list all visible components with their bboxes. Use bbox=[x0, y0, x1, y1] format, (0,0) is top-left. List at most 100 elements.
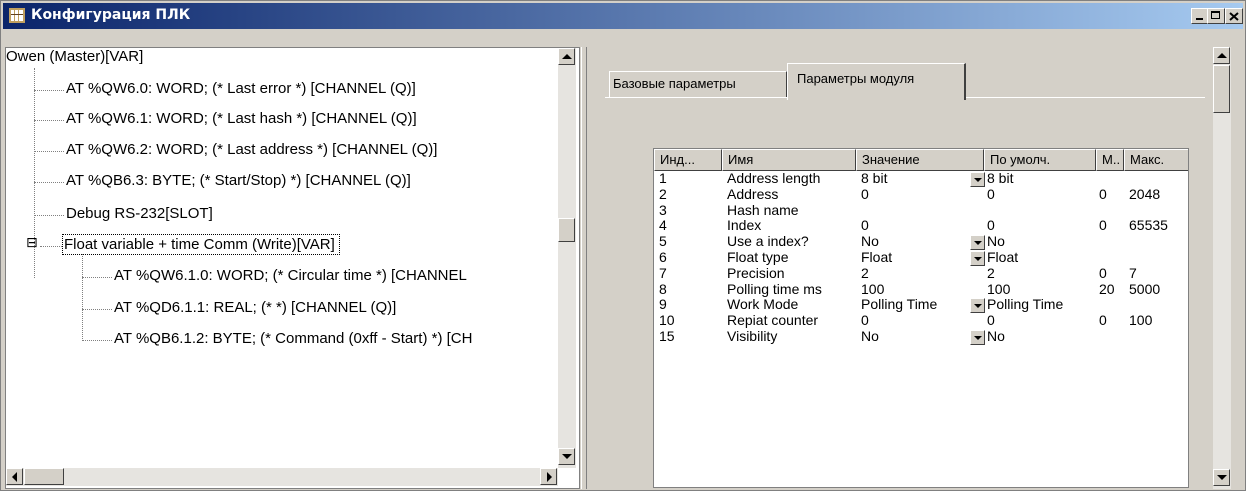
scroll-up-button[interactable] bbox=[558, 48, 575, 65]
panel-vertical-scrollbar[interactable] bbox=[1213, 47, 1231, 489]
cell-index: 10 bbox=[659, 312, 675, 329]
cell-value[interactable]: 8 bit bbox=[861, 170, 887, 186]
cell-value[interactable]: No bbox=[861, 328, 879, 344]
title-bar[interactable]: Конфигурация ПЛК bbox=[3, 3, 1243, 29]
cell-default: 100 bbox=[987, 280, 1011, 297]
table-row[interactable]: 9 Work Mode Polling Time Polling Time bbox=[654, 296, 1188, 314]
table-row[interactable]: 4 Index 0 0 0 65535 bbox=[654, 217, 1188, 234]
col-header-name[interactable]: Имя bbox=[722, 149, 856, 171]
table-row[interactable]: 2 Address 0 0 0 2048 bbox=[654, 185, 1188, 203]
tree-line bbox=[82, 277, 112, 278]
dropdown-arrow-icon[interactable] bbox=[970, 172, 985, 187]
cell-value[interactable]: 0 bbox=[861, 217, 869, 233]
cell-value[interactable]: 0 bbox=[861, 312, 869, 328]
table-row[interactable]: 6 Float type Float Float bbox=[654, 249, 1188, 266]
cell-max: 2048 bbox=[1129, 185, 1161, 202]
cell-value[interactable]: 100 bbox=[861, 281, 884, 297]
cell-default: 0 bbox=[987, 312, 995, 329]
tree-item[interactable]: AT %QB6.3: BYTE; (* Start/Stop) *) [CHAN… bbox=[66, 172, 411, 189]
table-row[interactable]: 15 Visibility No No bbox=[654, 328, 1188, 345]
cell-default: 0 bbox=[987, 217, 995, 234]
cell-value[interactable]: Float bbox=[861, 249, 892, 265]
tab-module-params-label: Параметры модуля bbox=[797, 71, 915, 86]
col-header-max[interactable]: Макс. bbox=[1124, 149, 1188, 171]
cell-index: 2 bbox=[659, 185, 667, 202]
window-title: Конфигурация ПЛК bbox=[31, 7, 191, 23]
cell-value[interactable]: 0 bbox=[861, 186, 869, 202]
tree-item[interactable]: Owen (Master)[VAR] bbox=[6, 48, 143, 65]
scroll-thumb[interactable] bbox=[1213, 65, 1230, 113]
cell-name: Visibility bbox=[727, 328, 778, 344]
params-table[interactable]: Инд... Имя Значение По умолч. М.. Макс. … bbox=[653, 148, 1189, 488]
tree-item[interactable]: AT %QW6.2: WORD; (* Last address *) [CHA… bbox=[66, 141, 437, 158]
table-row[interactable]: 8 Polling time ms 100 100 20 5000 bbox=[654, 280, 1188, 298]
cell-default: Float bbox=[987, 249, 1019, 265]
scroll-thumb[interactable] bbox=[558, 218, 575, 242]
scroll-left-button[interactable] bbox=[6, 468, 23, 485]
arrow-down-icon bbox=[1217, 475, 1227, 480]
tree-item[interactable]: AT %QW6.1: WORD; (* Last hash *) [CHANNE… bbox=[66, 110, 417, 127]
col-header-index[interactable]: Инд... bbox=[654, 149, 722, 171]
cell-name: Address length bbox=[727, 170, 821, 186]
col-header-value[interactable]: Значение bbox=[856, 149, 984, 171]
tree-line bbox=[40, 246, 62, 247]
tree-line bbox=[82, 340, 112, 341]
cell-default: 2 bbox=[987, 264, 995, 281]
cell-min: 0 bbox=[1099, 264, 1107, 281]
cell-value[interactable]: Polling Time bbox=[861, 296, 937, 312]
cell-name: Address bbox=[727, 185, 779, 202]
tree-horizontal-scrollbar[interactable] bbox=[6, 468, 558, 486]
cell-name: Polling time ms bbox=[727, 280, 822, 297]
table-row[interactable]: 10 Repiat counter 0 0 0 100 bbox=[654, 312, 1188, 329]
cell-name: Precision bbox=[727, 264, 785, 281]
tree-item[interactable]: AT %QW6.0: WORD; (* Last error *) [CHANN… bbox=[66, 80, 416, 97]
cell-name: Use a index? bbox=[727, 233, 809, 250]
config-tree: Owen (Master)[VAR] AT %QW6.0: WORD; (* L… bbox=[5, 47, 580, 489]
scroll-up-button[interactable] bbox=[1213, 47, 1230, 64]
cell-default: 0 bbox=[987, 185, 995, 202]
tree-expander[interactable]: ⊟ bbox=[26, 236, 38, 250]
scroll-down-button[interactable] bbox=[1213, 469, 1230, 486]
tree-vertical-scrollbar[interactable] bbox=[558, 48, 576, 468]
cell-index: 9 bbox=[659, 296, 667, 313]
arrow-right-icon bbox=[547, 472, 552, 482]
tree-item-selected[interactable]: Float variable + time Comm (Write)[VAR] bbox=[62, 234, 340, 255]
tree-line bbox=[82, 254, 83, 341]
cell-index: 4 bbox=[659, 217, 667, 234]
cell-index: 6 bbox=[659, 249, 667, 265]
table-row[interactable]: 5 Use a index? No No bbox=[654, 233, 1188, 251]
cell-index: 1 bbox=[659, 170, 667, 186]
cell-min: 0 bbox=[1099, 185, 1107, 202]
tree-line bbox=[34, 120, 64, 121]
col-header-default[interactable]: По умолч. bbox=[984, 149, 1096, 171]
plc-config-window: Конфигурация ПЛК Owen (Master)[VAR] AT %… bbox=[0, 0, 1246, 491]
arrow-left-icon bbox=[12, 472, 17, 482]
cell-default: No bbox=[987, 233, 1005, 250]
table-row[interactable]: 3 Hash name bbox=[654, 202, 1188, 219]
tree-item[interactable]: Debug RS-232[SLOT] bbox=[66, 205, 213, 222]
dropdown-arrow-icon[interactable] bbox=[970, 330, 985, 345]
close-button[interactable] bbox=[1225, 8, 1243, 24]
scroll-right-button[interactable] bbox=[540, 468, 557, 485]
maximize-icon bbox=[1211, 11, 1220, 19]
tree-line bbox=[82, 309, 112, 310]
table-row[interactable]: 7 Precision 2 2 0 7 bbox=[654, 264, 1188, 282]
close-icon bbox=[1229, 12, 1239, 21]
tab-base-params-label: Базовые параметры bbox=[613, 76, 736, 91]
cell-max: 5000 bbox=[1129, 280, 1161, 297]
scroll-thumb[interactable] bbox=[24, 468, 64, 485]
cell-index: 7 bbox=[659, 264, 667, 281]
dropdown-arrow-icon[interactable] bbox=[970, 298, 985, 314]
tree-item[interactable]: AT %QB6.1.2: BYTE; (* Command (0xff - St… bbox=[114, 330, 472, 347]
scroll-down-button[interactable] bbox=[558, 448, 575, 465]
dropdown-arrow-icon[interactable] bbox=[970, 235, 985, 251]
col-header-min[interactable]: М.. bbox=[1096, 149, 1124, 171]
tree-item[interactable]: AT %QW6.1.0: WORD; (* Circular time *) [… bbox=[114, 267, 467, 284]
tree-item[interactable]: AT %QD6.1.1: REAL; (* *) [CHANNEL (Q)] bbox=[114, 299, 396, 316]
cell-value[interactable]: 2 bbox=[861, 265, 869, 281]
cell-value[interactable]: No bbox=[861, 233, 879, 249]
arrow-down-icon bbox=[562, 454, 572, 459]
maximize-button[interactable] bbox=[1207, 8, 1225, 24]
table-row[interactable]: 1 Address length 8 bit 8 bit bbox=[654, 170, 1188, 187]
dropdown-arrow-icon[interactable] bbox=[970, 251, 985, 266]
